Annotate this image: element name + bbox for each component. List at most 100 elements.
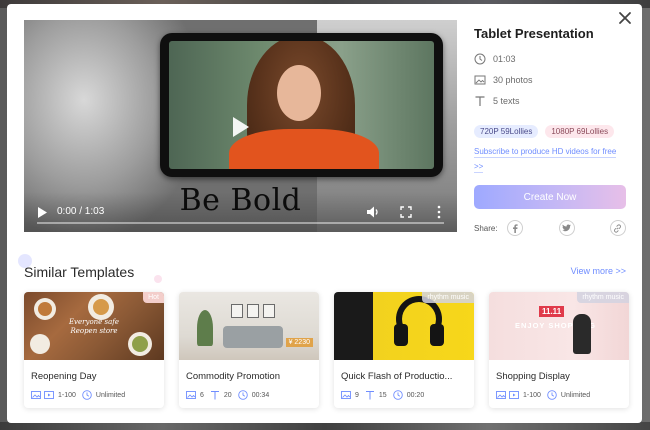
badge-720p: 720P 59Lollies bbox=[474, 125, 539, 138]
wall-picture bbox=[247, 304, 259, 318]
photos-count: 30 photos bbox=[493, 75, 533, 85]
clock-icon bbox=[547, 390, 557, 400]
price-tag: ¥ 2230 bbox=[285, 338, 313, 347]
card-count: 1-100 bbox=[58, 391, 76, 399]
clock-icon bbox=[237, 390, 248, 400]
woman-face bbox=[277, 65, 321, 121]
headphones-cup-left bbox=[394, 324, 408, 346]
subscribe-text: Subscribe to produce HD videos for free bbox=[474, 147, 617, 158]
thumbnail-shopping: 11.11 ENJOY SHOPPING rhythm music bbox=[489, 292, 629, 360]
clock-icon bbox=[392, 390, 403, 400]
similar-templates-title: Similar Templates bbox=[24, 264, 135, 280]
template-card-quick-flash[interactable]: rhythm music Quick Flash of Productio...… bbox=[334, 292, 474, 408]
image-icon bbox=[186, 391, 196, 399]
facebook-icon bbox=[512, 223, 518, 233]
close-icon[interactable] bbox=[617, 10, 633, 26]
tablet-frame bbox=[160, 33, 443, 177]
wall-picture bbox=[263, 304, 275, 318]
card-photos: 6 bbox=[200, 391, 204, 399]
twitter-share-button[interactable] bbox=[558, 220, 575, 236]
video-progress-bar[interactable] bbox=[37, 222, 444, 224]
template-card-shopping-display[interactable]: 11.11 ENJOY SHOPPING rhythm music Shoppi… bbox=[489, 292, 629, 408]
hot-tag: Hot bbox=[143, 292, 164, 303]
rhythm-music-tag: rhythm music bbox=[422, 292, 474, 303]
woman-jacket bbox=[229, 129, 379, 169]
decorative-dot-small bbox=[154, 275, 162, 283]
thumbnail-headphones: rhythm music bbox=[334, 292, 474, 360]
plant bbox=[197, 310, 213, 346]
template-preview-modal: Be Bold 0:00 / 1:03 Tablet Presentation bbox=[7, 4, 642, 423]
subscribe-arrow: >> bbox=[474, 162, 484, 173]
video-clip-icon bbox=[44, 391, 54, 399]
backdrop-strip-bottom bbox=[0, 422, 650, 430]
badge-1080p: 1080P 69Lollies bbox=[545, 125, 615, 138]
card-meta: 6 20 00:34 bbox=[186, 390, 319, 400]
card-title: Reopening Day bbox=[31, 371, 97, 382]
plate bbox=[30, 334, 50, 354]
card-photos: 9 bbox=[355, 391, 359, 399]
duration-value: 01:03 bbox=[493, 54, 516, 64]
card-texts: 20 bbox=[223, 391, 232, 399]
card-title: Commodity Promotion bbox=[186, 371, 280, 382]
control-play-icon[interactable] bbox=[37, 207, 47, 218]
thumbnail-restaurant-table: Everyone safe Reopen store Hot bbox=[24, 292, 164, 360]
volume-icon[interactable] bbox=[366, 205, 380, 219]
food bbox=[38, 302, 52, 316]
rhythm-music-tag: rhythm music bbox=[577, 292, 629, 303]
card-meta: 1-100 Unlimited bbox=[31, 390, 164, 400]
wall-picture bbox=[231, 304, 243, 318]
video-controls: 0:00 / 1:03 bbox=[24, 192, 457, 232]
thumbnail-caption: Everyone safe Reopen store bbox=[24, 318, 164, 336]
thumbnail-caption-line-1: Everyone safe bbox=[68, 318, 120, 326]
template-info-panel: Tablet Presentation 01:03 30 photos 5 te… bbox=[474, 26, 634, 236]
copy-link-button[interactable] bbox=[609, 220, 626, 236]
card-duration: 00:34 bbox=[251, 391, 270, 399]
image-icon bbox=[31, 391, 41, 399]
texts-count: 5 texts bbox=[493, 96, 520, 106]
card-duration: Unlimited bbox=[560, 391, 591, 399]
template-card-reopening-day[interactable]: Everyone safe Reopen store Hot Reopening… bbox=[24, 292, 164, 408]
sale-label: 11.11 bbox=[539, 306, 565, 317]
twitter-icon bbox=[562, 224, 572, 232]
facebook-share-button[interactable] bbox=[506, 220, 523, 236]
clock-icon bbox=[474, 53, 486, 65]
fullscreen-icon[interactable] bbox=[400, 206, 412, 218]
tablet-screen-image bbox=[169, 41, 434, 169]
link-icon bbox=[614, 223, 622, 233]
image-icon bbox=[496, 391, 506, 399]
card-meta: 9 15 00:20 bbox=[341, 390, 474, 400]
thumbnail-living-room: ¥ 2230 bbox=[179, 292, 319, 360]
texts-row: 5 texts bbox=[474, 95, 634, 107]
text-icon bbox=[475, 96, 485, 106]
card-title: Shopping Display bbox=[496, 371, 570, 382]
duration-row: 01:03 bbox=[474, 53, 634, 65]
shopper-figure bbox=[573, 314, 591, 354]
video-clip-icon bbox=[509, 391, 519, 399]
template-title: Tablet Presentation bbox=[474, 26, 594, 41]
view-more-link[interactable]: View more >> bbox=[571, 266, 626, 276]
text-icon bbox=[365, 391, 374, 400]
photos-row: 30 photos bbox=[474, 74, 634, 86]
more-options-icon[interactable] bbox=[436, 205, 442, 219]
food bbox=[93, 299, 109, 315]
thumbnail-caption-line-2: Reopen store bbox=[70, 327, 118, 335]
card-duration: Unlimited bbox=[95, 391, 126, 399]
clock-icon bbox=[82, 390, 92, 400]
subscribe-link[interactable]: Subscribe to produce HD videos for free … bbox=[474, 144, 624, 174]
template-cards: Everyone safe Reopen store Hot Reopening… bbox=[24, 292, 629, 408]
food bbox=[132, 336, 148, 352]
text-icon bbox=[210, 391, 219, 400]
video-time: 0:00 / 1:03 bbox=[57, 206, 105, 217]
image-icon bbox=[474, 75, 486, 85]
resolution-badges: 720P 59Lollies 1080P 69Lollies bbox=[474, 125, 634, 138]
image-icon bbox=[341, 391, 351, 399]
share-row: Share: bbox=[474, 220, 634, 236]
card-title: Quick Flash of Productio... bbox=[341, 371, 453, 382]
video-player[interactable]: Be Bold 0:00 / 1:03 bbox=[24, 20, 457, 232]
play-icon[interactable] bbox=[232, 116, 250, 138]
sofa bbox=[223, 326, 283, 348]
card-count: 1-100 bbox=[523, 391, 541, 399]
template-card-commodity-promotion[interactable]: ¥ 2230 Commodity Promotion 6 20 00:34 bbox=[179, 292, 319, 408]
create-now-button[interactable]: Create Now bbox=[474, 185, 626, 209]
share-label: Share: bbox=[474, 223, 498, 233]
